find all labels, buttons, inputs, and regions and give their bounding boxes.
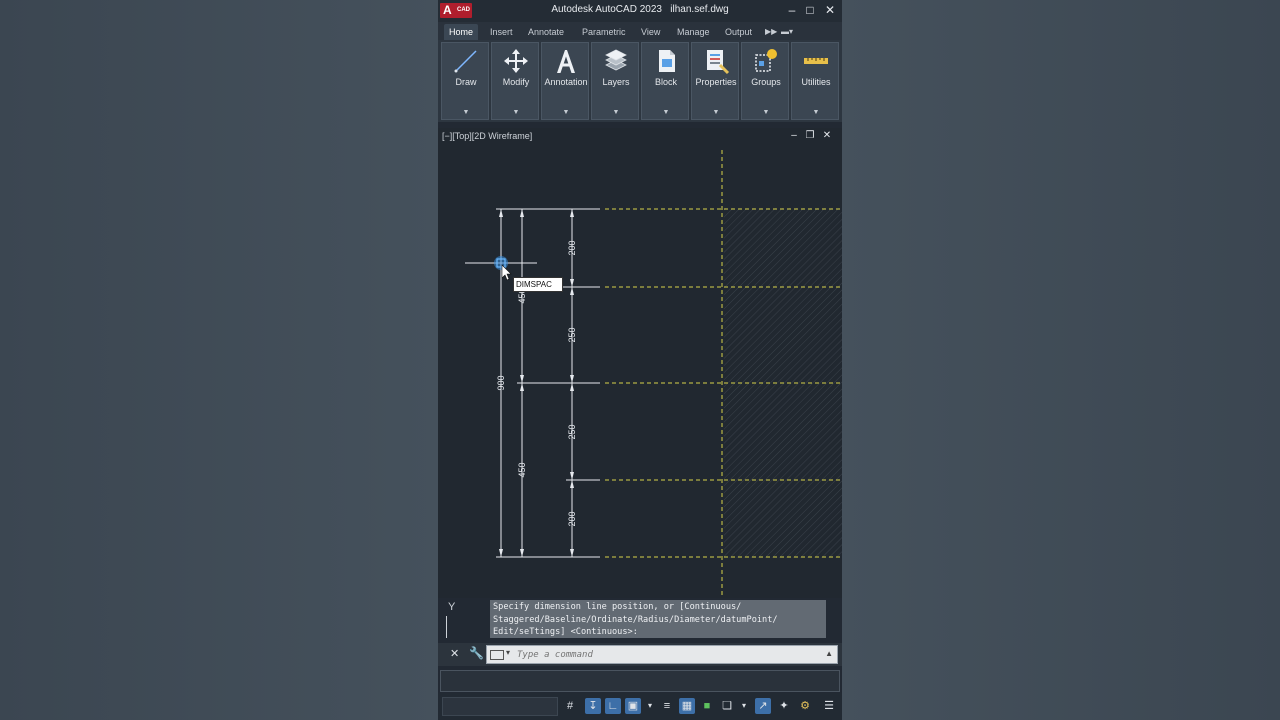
- viewport-close-icon[interactable]: ✕: [821, 130, 833, 141]
- wrench-icon[interactable]: 🔧: [469, 646, 484, 660]
- panel-properties[interactable]: Properties ▼: [691, 42, 739, 120]
- chevron-up-icon[interactable]: ▲: [825, 649, 833, 658]
- chevron-down-icon[interactable]: ▾: [506, 648, 510, 657]
- minimize-icon[interactable]: –: [784, 2, 800, 18]
- panel-label: Block: [654, 77, 677, 87]
- groups-icon: [755, 49, 777, 72]
- panel-label: Layers: [602, 77, 630, 87]
- maximize-icon[interactable]: □: [802, 2, 818, 18]
- viewport-minimize-icon[interactable]: –: [788, 130, 800, 141]
- text-a-icon: [557, 50, 575, 73]
- dim-text-200-bottom: 200: [567, 511, 577, 526]
- tab-home[interactable]: Home: [444, 24, 479, 40]
- autocad-window: A CAD Autodesk AutoCAD 2023 ilhan.sef.dw…: [438, 0, 842, 720]
- file-name: ilhan.sef.dwg: [670, 4, 729, 15]
- viewport-restore-icon[interactable]: ❐: [804, 130, 816, 141]
- tab-output[interactable]: Output: [720, 24, 757, 40]
- chevron-down-icon[interactable]: ▾: [736, 698, 752, 714]
- panel-utilities[interactable]: Utilities ▼: [791, 42, 839, 120]
- polar-icon[interactable]: ▣: [625, 698, 641, 714]
- lineweight-icon[interactable]: ≡: [659, 698, 675, 714]
- properties-icon: [707, 50, 730, 75]
- dim-text-250-a: 250: [567, 327, 577, 342]
- tab-parametric[interactable]: Parametric: [577, 24, 631, 40]
- background-left: [0, 0, 438, 720]
- snap-icon[interactable]: ↧: [585, 698, 601, 714]
- extension-lines: [496, 208, 600, 558]
- ortho-icon[interactable]: ∟: [605, 698, 621, 714]
- chevron-down-icon[interactable]: ▾: [642, 698, 658, 714]
- move-icon: [504, 49, 528, 73]
- command-history-line: Edit/seTtings] <Continuous>:: [493, 627, 638, 638]
- chevron-down-icon[interactable]: ▼: [562, 109, 570, 116]
- dynamic-input-tooltip[interactable]: DIMSPAC: [513, 277, 563, 292]
- chevron-down-icon[interactable]: ▼: [612, 109, 620, 116]
- panel-label: Utilities: [801, 77, 831, 87]
- ribbon: Draw ▼ Modify ▼ Annotation ▼ Layers ▼ Bl…: [438, 40, 842, 122]
- chevron-down-icon[interactable]: ▼: [812, 109, 820, 116]
- panel-label: Annotation: [544, 77, 588, 87]
- drawing-svg: 200 250 250 200 450 450 900: [465, 150, 842, 598]
- drawing-canvas[interactable]: 200 250 250 200 450 450 900 [−][Top][2D …: [438, 128, 842, 598]
- chevron-down-icon[interactable]: ▼: [462, 109, 470, 116]
- ribbon-tabs: Home Insert Annotate Parametric View Man…: [438, 22, 842, 40]
- panel-annotation[interactable]: Annotation ▼: [541, 42, 589, 120]
- panel-layers[interactable]: Layers ▼: [591, 42, 639, 120]
- background-right: [842, 0, 1280, 720]
- panel-label: Groups: [751, 77, 781, 87]
- annotation-visibility-icon[interactable]: ✦: [776, 698, 792, 714]
- layout-tabs-bar[interactable]: [440, 670, 840, 692]
- tab-view[interactable]: View: [636, 24, 665, 40]
- coordinates-display[interactable]: [442, 697, 558, 716]
- block-icon: [659, 50, 675, 72]
- panel-draw[interactable]: Draw ▼: [441, 42, 489, 120]
- panel-label: Modify: [502, 77, 530, 87]
- command-history-line: Specify dimension line position, or [Con…: [493, 602, 742, 612]
- panel-groups[interactable]: Groups ▼: [741, 42, 789, 120]
- window-title: Autodesk AutoCAD 2023 ilhan.sef.dwg: [438, 4, 842, 15]
- transparency-icon[interactable]: ▦: [679, 698, 695, 714]
- line-icon: [454, 50, 477, 73]
- grid-icon[interactable]: #: [562, 698, 578, 714]
- command-prompt-icon[interactable]: [490, 650, 504, 660]
- workspace-icon[interactable]: ⚙: [797, 698, 813, 714]
- customization-menu-icon[interactable]: ☰: [821, 698, 837, 714]
- close-icon[interactable]: ✕: [822, 2, 838, 18]
- tab-insert[interactable]: Insert: [485, 24, 518, 40]
- command-input-box[interactable]: ▾ ▲: [486, 645, 838, 664]
- tab-annotate[interactable]: Annotate: [523, 24, 569, 40]
- panel-block[interactable]: Block ▼: [641, 42, 689, 120]
- ucs-axis-line: [446, 616, 447, 638]
- dim-text-250-b: 250: [567, 424, 577, 439]
- panel-label: Draw: [455, 77, 477, 87]
- selection-cycling-icon[interactable]: ■: [699, 698, 715, 714]
- chevron-down-icon[interactable]: ▼: [662, 109, 670, 116]
- tab-manage[interactable]: Manage: [672, 24, 715, 40]
- chevron-down-icon[interactable]: ▼: [762, 109, 770, 116]
- title-bar: A CAD Autodesk AutoCAD 2023 ilhan.sef.dw…: [438, 0, 842, 22]
- viewport-label[interactable]: [−][Top][2D Wireframe]: [442, 131, 532, 141]
- command-bar: ✕ 🔧 ▾ ▲: [438, 643, 842, 666]
- chevron-down-icon[interactable]: ▼: [712, 109, 720, 116]
- command-history-line: Staggered/Baseline/Ordinate/Radius/Diame…: [493, 614, 778, 625]
- measure-icon: [804, 58, 828, 64]
- command-history: Specify dimension line position, or [Con…: [490, 600, 826, 638]
- dim-text-900: 900: [496, 375, 506, 390]
- ucs-y-axis-icon: Y: [448, 601, 456, 613]
- workspace-toggle-icon[interactable]: ▬▾: [776, 24, 798, 40]
- layers-icon: [605, 49, 627, 71]
- status-bar: # ↧ ∟ ▣ ▾ ≡ ▦ ■ ❏ ▾ ↗ ✦ ⚙ ☰: [438, 693, 842, 720]
- chevron-down-icon[interactable]: ▼: [512, 109, 520, 116]
- panel-label: Properties: [695, 77, 737, 87]
- 3d-osnap-icon[interactable]: ❏: [719, 698, 735, 714]
- close-command-icon[interactable]: ✕: [450, 647, 459, 660]
- panel-modify[interactable]: Modify ▼: [491, 42, 539, 120]
- annotation-scale-icon[interactable]: ↗: [755, 698, 771, 714]
- dim-text-200-top: 200: [567, 240, 577, 255]
- command-input[interactable]: [517, 647, 817, 662]
- dim-text-450-bottom: 450: [517, 462, 527, 477]
- app-title: Autodesk AutoCAD 2023: [551, 4, 662, 15]
